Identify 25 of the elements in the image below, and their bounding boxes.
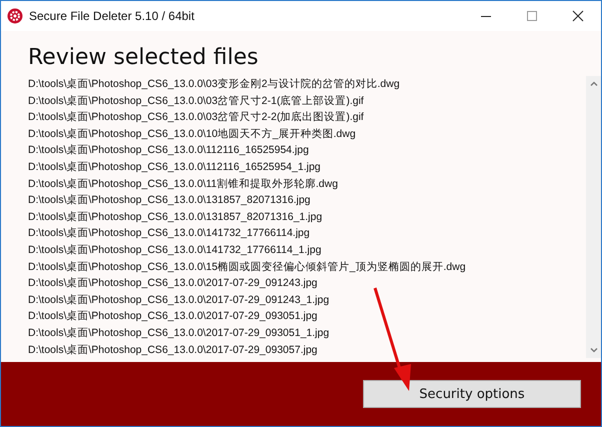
- file-path: D:\tools\桌面\Photoshop_CS6_13.0.0\03岔管尺寸2-2(加底出图设置).gif: [28, 110, 365, 126]
- close-icon[interactable]: [572, 10, 584, 22]
- file-path: D:\tools\桌面\Photoshop_CS6_13.0.0\141732_17766114_1.jpg: [28, 242, 322, 258]
- file-path: D:\tools\桌面\Photoshop_CS6_13.0.0\15椭圆或圆变径偏心倾斜管片_顶为竖椭圆的展开.dwg: [28, 260, 467, 275]
- window-title: Secure File Deleter 5.10 / 64bit: [29, 9, 194, 23]
- file-path: D:\tools\桌面\Photoshop_CS6_13.0.0\112116_16525954.jpg: [28, 143, 310, 158]
- file-path: D:\tools\桌面\Photoshop_CS6_13.0.0\131857_82071316_1.jpg: [28, 210, 324, 225]
- heading: Review selected files: [28, 45, 260, 70]
- file-path: D:\tools\桌面\Photoshop_CS6_13.0.0\141732_17766114.jpg: [28, 226, 311, 242]
- file-path: D:\tools\桌面\Photoshop_CS6_13.0.0\131857_82071316.jpg: [28, 193, 312, 208]
- file-path: D:\tools\桌面\Photoshop_CS6_13.0.0\2017-07-29_091243.jpg: [28, 276, 318, 292]
- file-path: D:\tools\桌面\Photoshop_CS6_13.0.0\03岔管尺寸2-1(底管上部设置).gif: [28, 94, 365, 109]
- file-path: D:\tools\桌面\Photoshop_CS6_13.0.0\03变形金刚2与设计院的岔管的对比.dwg: [28, 77, 401, 92]
- security-options-button[interactable]: Security options: [363, 380, 581, 408]
- file-path: D:\tools\桌面\Photoshop_CS6_13.0.0\2017-07-29_093051_1.jpg: [28, 326, 330, 341]
- file-path: D:\tools\桌面\Photoshop_CS6_13.0.0\11割锥和提取外形轮廓.dwg: [28, 176, 339, 192]
- scroll-down-icon[interactable]: [588, 345, 598, 355]
- file-path: D:\tools\桌面\Photoshop_CS6_13.0.0\10地圆天不方_展开种类图.dwg: [28, 126, 357, 142]
- scrollbar[interactable]: [586, 76, 601, 358]
- file-path: D:\tools\桌面\Photoshop_CS6_13.0.0\2017-07-29_093051.jpg: [28, 309, 318, 324]
- file-path: D:\tools\桌面\Photoshop_CS6_13.0.0\112116_16525954_1.jpg: [28, 160, 322, 175]
- file-path: D:\tools\桌面\Photoshop_CS6_13.0.0\2017-07-29_091243_1.jpg: [28, 292, 330, 308]
- maximize-icon[interactable]: [526, 10, 538, 22]
- gear-icon: [7, 8, 23, 24]
- file-path: D:\tools\桌面\Photoshop_CS6_13.0.0\2017-07-29_093057.jpg: [28, 342, 318, 358]
